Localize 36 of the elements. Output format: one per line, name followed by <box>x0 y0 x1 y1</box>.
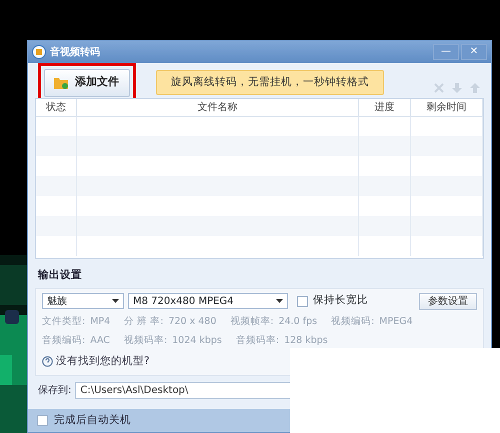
field-value: 128 kbps <box>284 334 328 348</box>
field-value: 24.0 fps <box>278 314 318 329</box>
folder-icon <box>53 76 69 90</box>
field-label: 音频码率: <box>236 334 280 348</box>
app-icon <box>32 44 46 59</box>
field-label: 音频编码: <box>42 334 86 348</box>
field-value: MPEG4 <box>379 314 413 329</box>
checkbox-label: 保持长宽比 <box>313 293 368 308</box>
field-label: 视频码率: <box>124 334 168 348</box>
column-header: 文件名称 <box>76 99 358 116</box>
brand-select[interactable]: 魅族 <box>42 293 124 310</box>
column-header: 进度 <box>358 99 410 116</box>
field-value: AAC <box>90 334 110 348</box>
column-header: 状态 <box>36 99 76 116</box>
add-file-button[interactable]: 添加文件 <box>44 68 130 96</box>
column-header: 剩余时间 <box>410 99 482 116</box>
field-label: 视频帧率: <box>230 314 274 329</box>
section-title: 输出设置 <box>36 268 83 283</box>
field-value: 720 x 480 <box>168 314 216 329</box>
dropdown-arrow-icon <box>112 299 119 304</box>
checkbox[interactable] <box>37 415 48 426</box>
field-label: 视频编码: <box>331 314 374 329</box>
settings-button[interactable]: 参数设置 <box>419 292 477 310</box>
field-label: 分 辨 率: <box>124 314 164 329</box>
field-label: 文件类型: <box>42 314 86 329</box>
help-link[interactable]: 没有找到您的机型? <box>56 354 150 370</box>
field-label: 保存到: <box>38 384 72 398</box>
dropdown-arrow-icon <box>276 299 283 304</box>
help-icon <box>42 356 53 367</box>
checkbox[interactable] <box>297 296 308 307</box>
field-value: 1024 kbps <box>172 334 222 348</box>
field-value: MP4 <box>90 314 110 329</box>
model-select[interactable]: M8 720x480 MPEG4 <box>128 293 288 310</box>
window-title: 音视频转码 <box>50 45 100 60</box>
checkbox-label: 完成后自动关机 <box>54 412 131 428</box>
promo-banner: 旋风离线转码，无需挂机，一秒钟转格式 <box>156 70 384 96</box>
